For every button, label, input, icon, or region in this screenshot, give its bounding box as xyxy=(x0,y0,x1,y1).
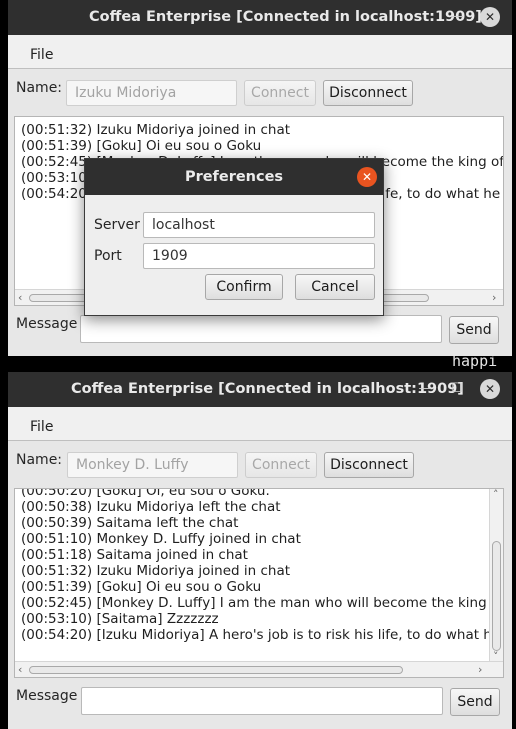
preferences-dialog: Preferences ✕ Server localhost Port 1909… xyxy=(84,158,384,316)
chat-line: (00:50:38) Izuku Midoriya left the chat xyxy=(21,499,281,515)
chat-line: (00:52:45) [Monkey D. Luffy] I am the ma… xyxy=(21,595,504,611)
disconnect-button[interactable]: Disconnect xyxy=(323,80,413,106)
horizontal-scrollbar[interactable]: ‹ › xyxy=(15,661,503,677)
port-input[interactable]: 1909 xyxy=(143,243,375,269)
cancel-button[interactable]: Cancel xyxy=(295,274,375,300)
server-input[interactable]: localhost xyxy=(143,212,375,238)
vertical-scrollbar[interactable]: ˄ ˅ xyxy=(489,489,503,663)
chat-line: (00:51:32) Izuku Midoriya joined in chat xyxy=(21,122,291,138)
connect-button[interactable]: Connect xyxy=(244,80,316,106)
menu-bar: File xyxy=(8,35,512,69)
menu-file[interactable]: File xyxy=(30,47,53,63)
minimize-icon[interactable]: — xyxy=(416,380,434,398)
scroll-left-icon[interactable]: ‹ xyxy=(18,290,22,305)
chat-line: (00:50:39) Saitama left the chat xyxy=(21,515,239,531)
name-label: Name: xyxy=(16,80,63,96)
chat-line: (00:51:32) Izuku Midoriya joined in chat xyxy=(21,563,291,579)
chat-line: (00:50:20) [Goku] Oi, eu sou o Goku. xyxy=(21,488,270,499)
close-icon[interactable]: ✕ xyxy=(357,167,377,187)
dialog-title: Preferences xyxy=(184,169,284,185)
window-title: Coffea Enterprise [Connected in localhos… xyxy=(71,381,464,397)
message-label: Message xyxy=(16,316,78,332)
menu-file[interactable]: File xyxy=(30,419,53,435)
message-input[interactable] xyxy=(80,315,442,343)
disconnect-button[interactable]: Disconnect xyxy=(324,452,414,478)
scroll-right-icon[interactable]: › xyxy=(492,290,496,305)
chat-window-bottom: Coffea Enterprise [Connected in localhos… xyxy=(8,372,512,729)
minimize-icon[interactable]: — xyxy=(448,8,466,26)
dialog-titlebar[interactable]: Preferences ✕ xyxy=(85,159,383,195)
chat-area[interactable]: (00:50:20) [Goku] Oi, eu sou o Goku. (00… xyxy=(14,488,504,678)
confirm-button[interactable]: Confirm xyxy=(205,274,283,300)
name-input[interactable]: Izuku Midoriya xyxy=(66,80,237,106)
chat-line: (00:51:39) [Goku] Oi eu sou o Goku xyxy=(21,579,262,595)
scroll-right-icon[interactable]: › xyxy=(478,662,482,677)
chat-line: (00:51:39) [Goku] Oi eu sou o Goku xyxy=(21,138,262,154)
window-titlebar[interactable]: Coffea Enterprise [Connected in localhos… xyxy=(8,0,512,35)
window-title: Coffea Enterprise [Connected in localhos… xyxy=(89,9,482,25)
chat-line: (00:51:18) Saitama joined in chat xyxy=(21,547,248,563)
scroll-left-icon[interactable]: ‹ xyxy=(18,662,22,677)
chat-line: (00:54:20) [Izuku Midoriya] A hero's job… xyxy=(21,627,501,643)
send-button[interactable]: Send xyxy=(450,688,500,716)
chat-lines: (00:50:20) [Goku] Oi, eu sou o Goku. (00… xyxy=(21,488,504,643)
server-label: Server xyxy=(94,217,140,233)
message-label: Message xyxy=(16,688,78,704)
send-button[interactable]: Send xyxy=(449,316,499,344)
connect-button[interactable]: Connect xyxy=(245,452,317,478)
name-label: Name: xyxy=(16,452,63,468)
chat-line: (00:53:10) [Saitama] Zzzzzzz xyxy=(21,611,219,627)
name-input[interactable]: Monkey D. Luffy xyxy=(67,452,238,478)
window-titlebar[interactable]: Coffea Enterprise [Connected in localhos… xyxy=(8,372,512,407)
message-input[interactable] xyxy=(81,687,443,715)
maximize-icon[interactable]: ☐ xyxy=(448,380,466,398)
menu-bar: File xyxy=(8,407,512,441)
scrollbar-thumb[interactable] xyxy=(29,666,403,674)
chat-line: (00:51:10) Monkey D. Luffy joined in cha… xyxy=(21,531,301,547)
scroll-up-icon[interactable]: ˄ xyxy=(493,489,499,503)
close-icon[interactable]: ✕ xyxy=(480,379,500,399)
scrollbar-thumb[interactable] xyxy=(492,541,501,651)
close-icon[interactable]: ✕ xyxy=(480,7,500,27)
port-label: Port xyxy=(94,248,122,264)
